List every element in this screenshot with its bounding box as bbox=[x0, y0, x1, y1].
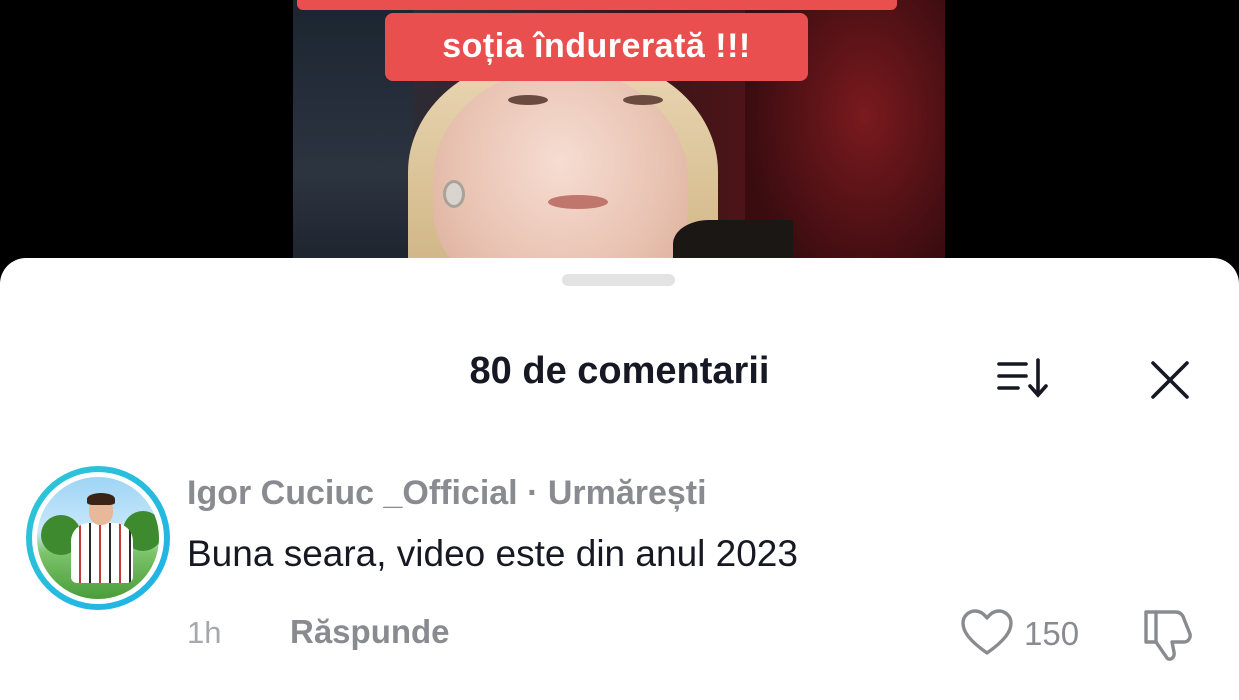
close-icon[interactable] bbox=[1148, 358, 1192, 402]
person-eye bbox=[623, 95, 663, 105]
avatar[interactable] bbox=[26, 466, 170, 610]
comments-title: 80 de comentarii bbox=[469, 350, 770, 392]
avatar-border bbox=[32, 472, 164, 604]
dislike-icon[interactable] bbox=[1140, 608, 1198, 664]
like-count: 150 bbox=[1024, 615, 1080, 652]
person-eye bbox=[508, 95, 548, 105]
avatar-person-hair bbox=[87, 493, 115, 505]
person-mouth bbox=[548, 195, 608, 209]
earring bbox=[443, 180, 465, 208]
avatar-person-body bbox=[71, 523, 133, 583]
heart-icon[interactable] bbox=[960, 608, 1014, 658]
comment-timestamp: 1h bbox=[187, 615, 222, 650]
sort-icon[interactable] bbox=[996, 356, 1052, 400]
video-banner-caption: soția îndurerată !!! bbox=[385, 13, 808, 81]
sheet-drag-handle[interactable] bbox=[562, 274, 675, 286]
video-player[interactable]: soția îndurerată !!! bbox=[0, 0, 1239, 290]
avatar-photo bbox=[37, 477, 159, 599]
comment-text: Buna seara, video este din anul 2023 bbox=[187, 533, 798, 574]
video-banner-top bbox=[297, 0, 897, 10]
comment-author[interactable]: Igor Cuciuc _Official · Urmărești bbox=[187, 474, 707, 513]
comments-sheet: 80 de comentarii Igor Cuciuc _Official ·… bbox=[0, 258, 1239, 700]
reply-button[interactable]: Răspunde bbox=[290, 613, 450, 651]
